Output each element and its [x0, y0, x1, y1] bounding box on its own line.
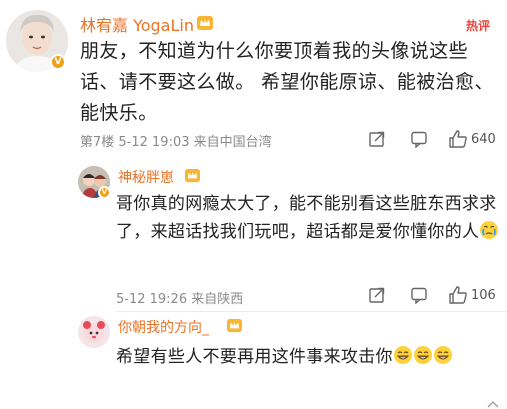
- grin-emoji-icon: [413, 346, 432, 364]
- like-button[interactable]: 640: [448, 129, 496, 149]
- comment-text: 希望有些人不要再用这件事来攻击你: [116, 343, 501, 371]
- like-button[interactable]: 106: [448, 285, 496, 305]
- comment-username[interactable]: 林宥嘉 YogaLin: [80, 12, 194, 36]
- comment-username[interactable]: 你朝我的方向_: [118, 317, 209, 337]
- crying-emoji-icon: [480, 221, 499, 239]
- crown-icon: [197, 16, 213, 30]
- reply-button[interactable]: [410, 130, 428, 148]
- verified-badge: V: [98, 186, 111, 199]
- hot-comment-badge: 热评: [466, 19, 491, 33]
- grin-emoji-icon: [433, 346, 452, 364]
- comment-icon: [411, 287, 427, 304]
- like-count: 106: [471, 287, 496, 303]
- verified-badge: V: [50, 54, 66, 70]
- grin-emoji-icon: [393, 346, 412, 364]
- crown-icon: [227, 318, 242, 333]
- like-count: 640: [471, 131, 496, 147]
- divider: [116, 311, 507, 312]
- share-button[interactable]: [368, 286, 386, 304]
- collapse-button[interactable]: [486, 400, 500, 409]
- thumbs-up-icon: [449, 130, 467, 148]
- comment-meta: 第7楼 5-12 19:03 来自中国台湾: [80, 135, 272, 150]
- comment-text-content: 希望有些人不要再用这件事来攻击你: [116, 347, 393, 367]
- chevron-icon: [487, 401, 499, 408]
- comment-meta: 5-12 19:26 来自陕西: [116, 292, 244, 307]
- share-icon: [369, 131, 385, 147]
- comment-text: 哥你真的网瘾太大了，能不能别看这些脏东西求求了，来超话找我们玩吧，超话都是爱你懂…: [116, 190, 501, 246]
- thumbs-up-icon: [449, 286, 467, 304]
- comment-text-content: 哥你真的网瘾太大了，能不能别看这些脏东西求求了，来超话找我们玩吧，超话都是爱你懂…: [116, 194, 497, 242]
- reply-button[interactable]: [410, 286, 428, 304]
- comment-icon: [411, 131, 427, 148]
- comment-text: 朋友，不知道为什么你要顶着我的头像说这些话、请不要这么做。 希望你能原谅、能被治…: [80, 40, 494, 124]
- share-button[interactable]: [368, 130, 386, 148]
- crown-icon: [185, 168, 200, 183]
- share-icon: [369, 287, 385, 303]
- comment-username[interactable]: 神秘胖崽: [118, 167, 174, 187]
- avatar[interactable]: [78, 316, 110, 348]
